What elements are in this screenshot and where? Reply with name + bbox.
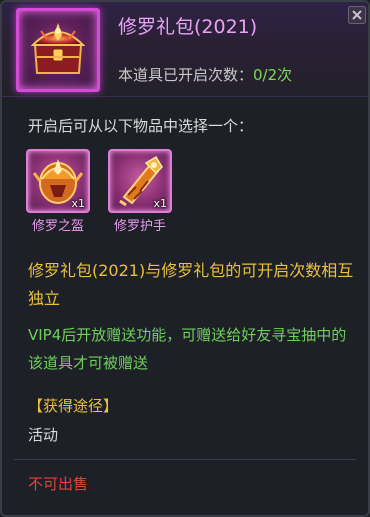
item-icon-frame	[16, 8, 100, 92]
reward-item-gauntlet[interactable]: x1	[108, 149, 172, 213]
reward-qty: x1	[71, 197, 85, 210]
item-tooltip: 修罗礼包(2021) 本道具已开启次数：0/2次 开启后可从以下物品中选择一个：…	[0, 0, 370, 517]
intro-text: 开启后可从以下物品中选择一个：	[28, 117, 254, 135]
sell-status: 不可出售	[28, 475, 89, 493]
reward-qty: x1	[153, 197, 167, 210]
reward-name: 修罗之盔	[31, 219, 84, 234]
reward-item-helmet[interactable]: x1	[26, 149, 90, 213]
item-title: 修罗礼包(2021)	[118, 16, 258, 38]
treasure-chest-icon	[30, 23, 86, 74]
vip-gift-notice: VIP4后开放赠送功能，可赠送给好友寻宝抽中的该道具才可被赠送	[28, 326, 347, 372]
open-count-text: 本道具已开启次数：0/2次	[118, 64, 292, 85]
source-value: 活动	[28, 426, 59, 444]
independence-notice: 修罗礼包(2021)与修罗礼包的可开启次数相互独立	[28, 261, 354, 308]
open-count-value: 0/2次	[253, 66, 293, 84]
open-count-label: 本道具已开启次数：	[118, 66, 254, 84]
tooltip-header: 修罗礼包(2021) 本道具已开启次数：0/2次	[2, 2, 368, 97]
source-label: 【获得途径】	[28, 397, 119, 415]
close-icon[interactable]	[348, 6, 366, 24]
reward-name: 修罗护手	[113, 219, 166, 234]
divider	[14, 459, 356, 460]
